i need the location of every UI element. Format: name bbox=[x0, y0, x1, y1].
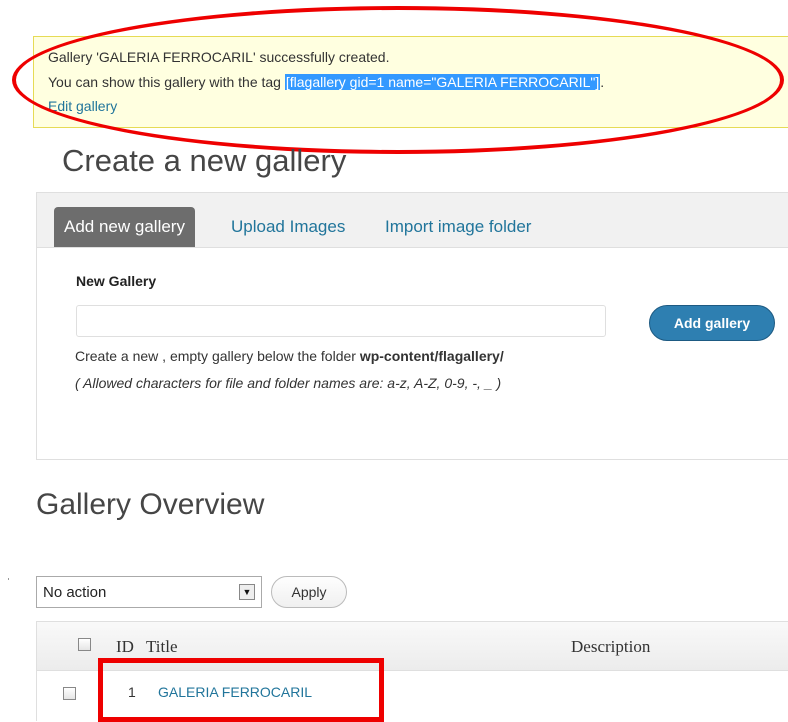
notice-edit-line: Edit gallery bbox=[48, 98, 117, 114]
folder-path: wp-content/flagallery/ bbox=[359, 348, 504, 364]
tab-upload-images[interactable]: Upload Images bbox=[231, 207, 345, 247]
notice-shortcode-prefix: You can show this gallery with the tag bbox=[48, 74, 285, 90]
apply-button[interactable]: Apply bbox=[271, 576, 347, 608]
column-id: ID bbox=[116, 637, 134, 656]
allowed-characters-note: ( Allowed characters for file and folder… bbox=[75, 375, 502, 391]
add-gallery-button[interactable]: Add gallery bbox=[649, 305, 775, 341]
bulk-action-value: No action bbox=[43, 584, 107, 601]
column-description: Description bbox=[571, 637, 651, 656]
bulk-action-select[interactable]: No action ▼ bbox=[36, 576, 262, 608]
notice-message: Gallery 'GALERIA FERROCARIL' successfull… bbox=[48, 49, 390, 65]
success-notice: Gallery 'GALERIA FERROCARIL' successfull… bbox=[33, 36, 788, 128]
notice-shortcode-line: You can show this gallery with the tag [… bbox=[48, 74, 604, 90]
new-gallery-input[interactable] bbox=[76, 305, 606, 337]
divider-mark bbox=[8, 578, 9, 580]
column-title: Title bbox=[146, 637, 178, 656]
row-title-link[interactable]: GALERIA FERROCARIL bbox=[158, 684, 312, 700]
select-all-checkbox[interactable] bbox=[78, 638, 91, 651]
edit-gallery-link[interactable]: Edit gallery bbox=[48, 98, 117, 114]
folder-help-prefix: Create a new , empty gallery below the f… bbox=[75, 348, 360, 364]
folder-help-text: Create a new , empty gallery below the f… bbox=[75, 348, 504, 364]
tab-add-new-gallery[interactable]: Add new gallery bbox=[54, 207, 195, 247]
create-gallery-panel: Add new gallery Upload Images Import ima… bbox=[36, 192, 788, 460]
page-title: Create a new gallery bbox=[62, 143, 347, 178]
row-id: 1 bbox=[128, 684, 136, 700]
chevron-down-icon[interactable]: ▼ bbox=[239, 584, 255, 600]
notice-shortcode-suffix: . bbox=[600, 74, 605, 90]
table-row: 1 GALERIA FERROCARIL bbox=[36, 671, 788, 721]
row-checkbox[interactable] bbox=[63, 687, 76, 700]
new-gallery-label: New Gallery bbox=[76, 273, 157, 289]
tab-import-image-folder[interactable]: Import image folder bbox=[385, 207, 531, 247]
table-header: ID Title Description bbox=[36, 621, 788, 671]
gallery-overview-title: Gallery Overview bbox=[36, 488, 265, 521]
tab-bar: Add new gallery Upload Images Import ima… bbox=[37, 193, 788, 248]
shortcode-tag[interactable]: [flagallery gid=1 name="GALERIA FERROCAR… bbox=[284, 74, 601, 90]
